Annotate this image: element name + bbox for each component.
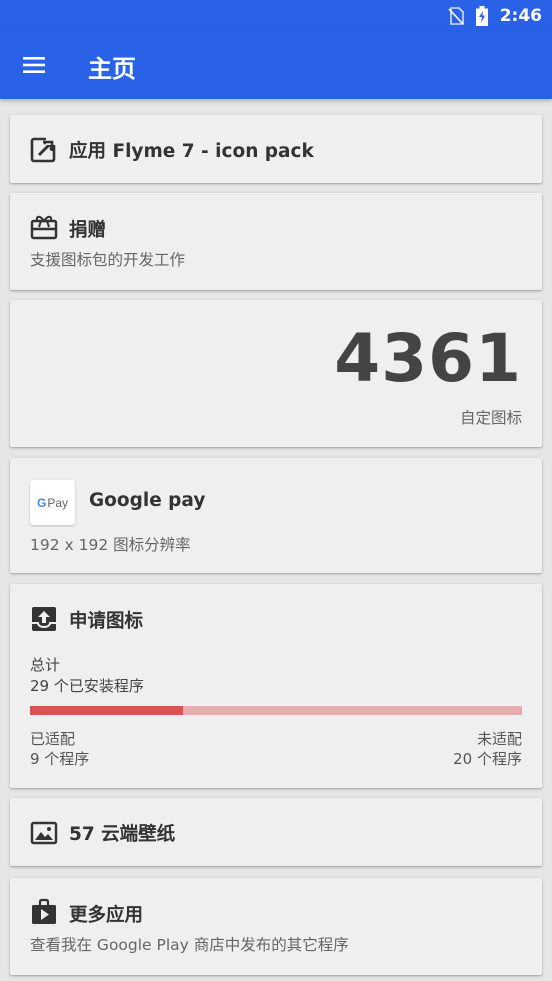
icon-count-card[interactable]: 4361 自定图标	[10, 300, 542, 447]
google-pay-icon-text: Pay	[47, 495, 69, 510]
matched-label: 已适配	[30, 730, 76, 748]
menu-icon[interactable]	[22, 52, 48, 78]
status-icons: 2:46	[448, 6, 542, 26]
status-bar: 2:46	[0, 0, 552, 32]
play-store-bag-icon	[32, 898, 56, 924]
icon-request-card[interactable]: 申请图标 总计 29 个已安装程序 已适配 9 个程序 未适配 20 个程序	[10, 584, 542, 788]
request-card-title: 申请图标	[69, 611, 144, 632]
unmatched-value: 20 个程序	[453, 750, 522, 768]
total-label: 总计	[30, 656, 61, 674]
more-apps-card-title: 更多应用	[69, 905, 144, 926]
total-value: 29 个已安装程序	[30, 677, 144, 695]
battery-charging-icon	[475, 6, 488, 26]
page-title: 主页	[88, 55, 136, 83]
subtitle-fade	[365, 933, 535, 955]
google-pay-icon-g: G	[36, 495, 47, 510]
icon-count-caption: 自定图标	[459, 409, 522, 427]
donate-card[interactable]: 捐赠 支援图标包的开发工作	[10, 193, 542, 290]
preview-card-title: Google pay	[89, 490, 206, 511]
unmatched-label: 未适配	[476, 730, 522, 748]
wallpapers-card-title: 57 云端壁纸	[69, 824, 176, 845]
matched-value: 9 个程序	[30, 750, 90, 768]
donate-card-subtitle: 支援图标包的开发工作	[30, 251, 186, 269]
google-pay-icon: G Pay	[30, 480, 75, 525]
donate-card-title: 捐赠	[69, 220, 107, 241]
gift-card-icon	[30, 215, 58, 240]
preview-card-subtitle: 192 x 192 图标分辨率	[30, 536, 191, 554]
clock: 2:46	[499, 6, 542, 26]
apply-icon	[30, 136, 58, 163]
no-sim-icon	[448, 7, 464, 25]
more-apps-card[interactable]: 更多应用 查看我在 Google Play 商店中发布的其它程序	[10, 878, 542, 975]
apply-card[interactable]: 应用 Flyme 7 - icon pack	[10, 115, 542, 183]
wallpaper-icon	[30, 821, 58, 845]
icon-preview-card[interactable]: G Pay Google pay 192 x 192 图标分辨率	[10, 458, 542, 573]
request-progress-fill	[30, 706, 183, 715]
apply-card-title: 应用 Flyme 7 - icon pack	[69, 141, 314, 162]
request-progress-bar	[30, 706, 522, 715]
upload-box-icon	[32, 607, 56, 631]
app-bar: 主页	[0, 32, 552, 99]
wallpapers-card[interactable]: 57 云端壁纸	[10, 798, 542, 866]
icon-count-value: 4361	[334, 320, 522, 397]
more-apps-card-subtitle: 查看我在 Google Play 商店中发布的其它程序	[30, 936, 349, 954]
